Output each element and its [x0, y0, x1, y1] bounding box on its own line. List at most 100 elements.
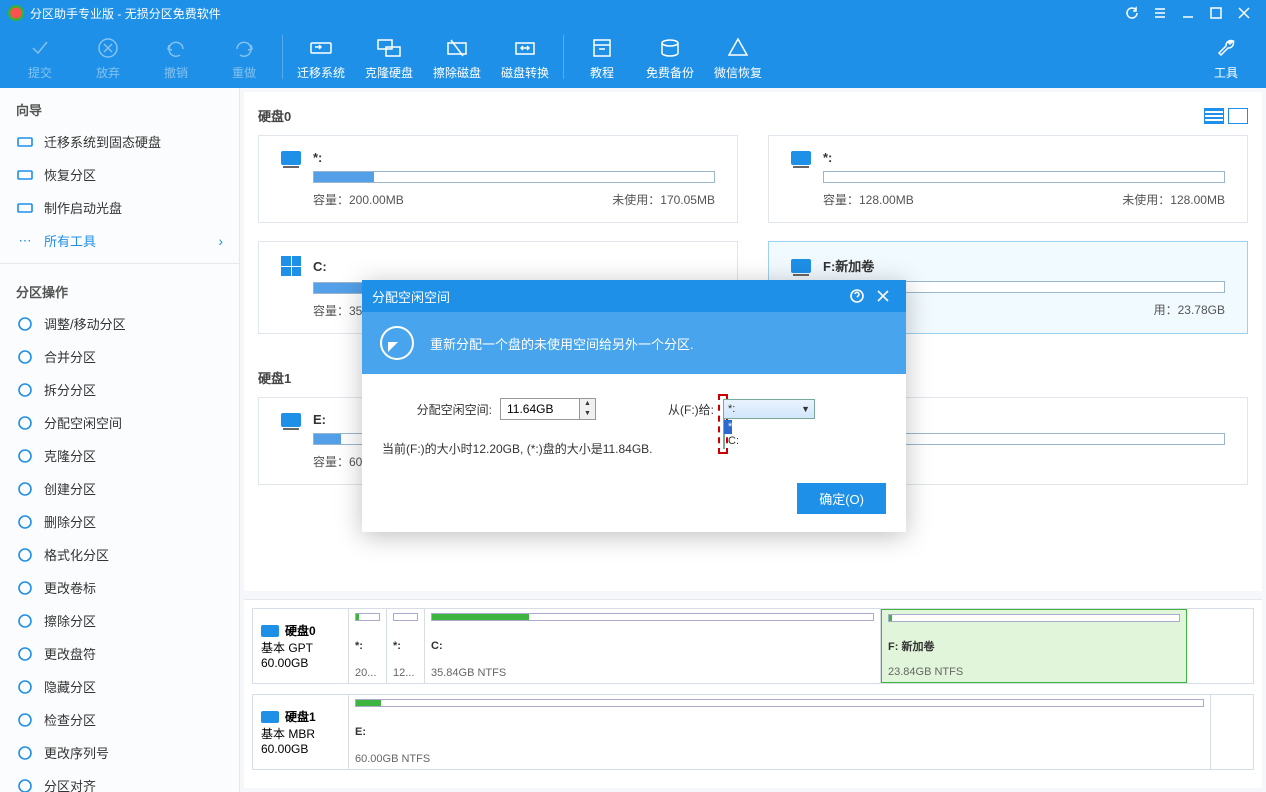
disk-map-partition[interactable]: F: 新加卷 23.84GB NTFS [881, 609, 1187, 683]
usage-bar [313, 171, 715, 183]
spin-down-icon[interactable]: ▼ [580, 409, 595, 419]
ops-item[interactable]: 格式化分区 [0, 538, 239, 571]
wizard-section-title: 向导 [0, 88, 239, 125]
maximize-button[interactable] [1202, 3, 1230, 23]
ops-item-icon [16, 678, 34, 696]
spin-up-icon[interactable]: ▲ [580, 399, 595, 409]
target-drive-combo[interactable]: *: ▼ [723, 399, 815, 419]
map-partition-size: 23.84GB NTFS [888, 666, 1180, 678]
wizard-item[interactable]: 迁移系统到固态硬盘 [0, 125, 239, 158]
ops-item-icon [16, 414, 34, 432]
map-partition-name: C: [431, 640, 874, 652]
ops-item-label: 创建分区 [44, 479, 96, 498]
ops-item[interactable]: 创建分区 [0, 472, 239, 505]
ops-item[interactable]: 分区对齐 [0, 769, 239, 792]
map-partition-size: 12... [393, 667, 418, 679]
ops-item[interactable]: 检查分区 [0, 703, 239, 736]
drive-icon [791, 151, 811, 165]
ops-item[interactable]: 合并分区 [0, 340, 239, 373]
windows-icon [281, 256, 301, 276]
partition-card[interactable]: *: 容量：128.00MB 未使用：128.00MB [768, 135, 1248, 223]
grid-view-icon[interactable] [1204, 108, 1224, 124]
ops-item-label: 更改盘符 [44, 644, 96, 663]
wizard-item[interactable]: 制作启动光盘 [0, 191, 239, 224]
disk-map-panel: 硬盘0 基本 GPT 60.00GB *: 20... *: 12... C: … [244, 599, 1262, 788]
ops-item[interactable]: 删除分区 [0, 505, 239, 538]
dialog-close-button[interactable] [870, 284, 896, 308]
ops-item-icon [16, 348, 34, 366]
wechat-recover-button[interactable]: 微信恢复 [704, 29, 772, 85]
partition-card[interactable]: *: 容量：200.00MB 未使用：170.05MB [258, 135, 738, 223]
capacity-label: 容量：128.00MB [823, 191, 914, 208]
disk-map-partition[interactable]: *: 12... [387, 609, 425, 683]
disk-map-label[interactable]: 硬盘0 基本 GPT 60.00GB [253, 609, 349, 683]
ops-item-label: 检查分区 [44, 710, 96, 729]
map-partition-size: 35.84GB NTFS [431, 667, 874, 679]
ops-item[interactable]: 更改卷标 [0, 571, 239, 604]
refresh-button[interactable] [1118, 3, 1146, 23]
wizard-item[interactable]: 恢复分区 [0, 158, 239, 191]
wizard-item-icon [16, 166, 34, 184]
dialog-title: 分配空闲空间 [372, 287, 450, 306]
drive-icon [281, 413, 301, 427]
ok-button[interactable]: 确定(O) [797, 483, 886, 514]
help-button[interactable] [844, 284, 870, 308]
allocate-dialog: 分配空闲空间 重新分配一个盘的未使用空间给另外一个分区. 分配空闲空间: ▲▼ … [362, 280, 906, 532]
pie-icon [380, 326, 414, 360]
ops-item[interactable]: 分配空闲空间 [0, 406, 239, 439]
alloc-size-input[interactable]: ▲▼ [500, 398, 596, 420]
migrate-os-button[interactable]: 迁移系统 [287, 29, 355, 85]
combo-dropdown[interactable]: *: C: [723, 419, 725, 449]
wizard-item-label: 恢复分区 [44, 165, 96, 184]
ops-item-icon [16, 645, 34, 663]
convert-disk-button[interactable]: 磁盘转换 [491, 29, 559, 85]
ops-item[interactable]: 擦除分区 [0, 604, 239, 637]
map-partition-size: 60.00GB NTFS [355, 753, 1204, 765]
map-partition-name: *: [355, 640, 380, 652]
disk-map-row: 硬盘0 基本 GPT 60.00GB *: 20... *: 12... C: … [252, 608, 1254, 684]
title-bar: 分区助手专业版 - 无损分区免费软件 [0, 0, 1266, 26]
partition-name: E: [313, 412, 326, 427]
ops-item[interactable]: 克隆分区 [0, 439, 239, 472]
drive-icon [281, 151, 301, 165]
ops-item-icon [16, 546, 34, 564]
ops-item-label: 克隆分区 [44, 446, 96, 465]
dialog-titlebar: 分配空闲空间 [362, 280, 906, 312]
close-button[interactable] [1230, 3, 1258, 23]
disk0-title: 硬盘0 [258, 106, 291, 125]
wizard-item-icon [16, 133, 34, 151]
combo-option[interactable]: *: [724, 420, 732, 434]
alloc-label: 分配空闲空间: [382, 398, 492, 418]
combo-option[interactable]: C: [724, 434, 732, 448]
menu-button[interactable] [1146, 3, 1174, 23]
ops-item[interactable]: 更改盘符 [0, 637, 239, 670]
free-label: 未使用：128.00MB [1122, 191, 1225, 208]
ops-section-title: 分区操作 [0, 270, 239, 307]
target-label: 从(F:)给: [652, 398, 714, 418]
ops-item[interactable]: 更改序列号 [0, 736, 239, 769]
disk-map-partition[interactable]: E: 60.00GB NTFS [349, 695, 1211, 769]
erase-disk-button[interactable]: 擦除磁盘 [423, 29, 491, 85]
minimize-button[interactable] [1174, 3, 1202, 23]
disk-map-partition[interactable]: *: 20... [349, 609, 387, 683]
disk-map-label[interactable]: 硬盘1 基本 MBR 60.00GB [253, 695, 349, 769]
disk-map-row: 硬盘1 基本 MBR 60.00GB E: 60.00GB NTFS [252, 694, 1254, 770]
ops-item[interactable]: 调整/移动分区 [0, 307, 239, 340]
ops-item-label: 删除分区 [44, 512, 96, 531]
ops-item-icon [16, 744, 34, 762]
free-backup-button[interactable]: 免费备份 [636, 29, 704, 85]
drive-icon [261, 625, 279, 637]
list-view-icon[interactable] [1228, 108, 1248, 124]
all-tools-button[interactable]: ⋯所有工具 › [0, 224, 239, 257]
ops-item[interactable]: 隐藏分区 [0, 670, 239, 703]
clone-disk-button[interactable]: 克隆硬盘 [355, 29, 423, 85]
ops-item-label: 调整/移动分区 [44, 314, 126, 333]
tools-button[interactable]: 工具 [1192, 29, 1260, 85]
disk-map-partition[interactable]: C: 35.84GB NTFS [425, 609, 881, 683]
undo-button: 撤销 [142, 29, 210, 85]
ops-item[interactable]: 拆分分区 [0, 373, 239, 406]
ops-item-label: 更改卷标 [44, 578, 96, 597]
tutorial-button[interactable]: 教程 [568, 29, 636, 85]
free-label: 未使用：170.05MB [612, 191, 715, 208]
view-toggle[interactable] [1204, 108, 1248, 124]
